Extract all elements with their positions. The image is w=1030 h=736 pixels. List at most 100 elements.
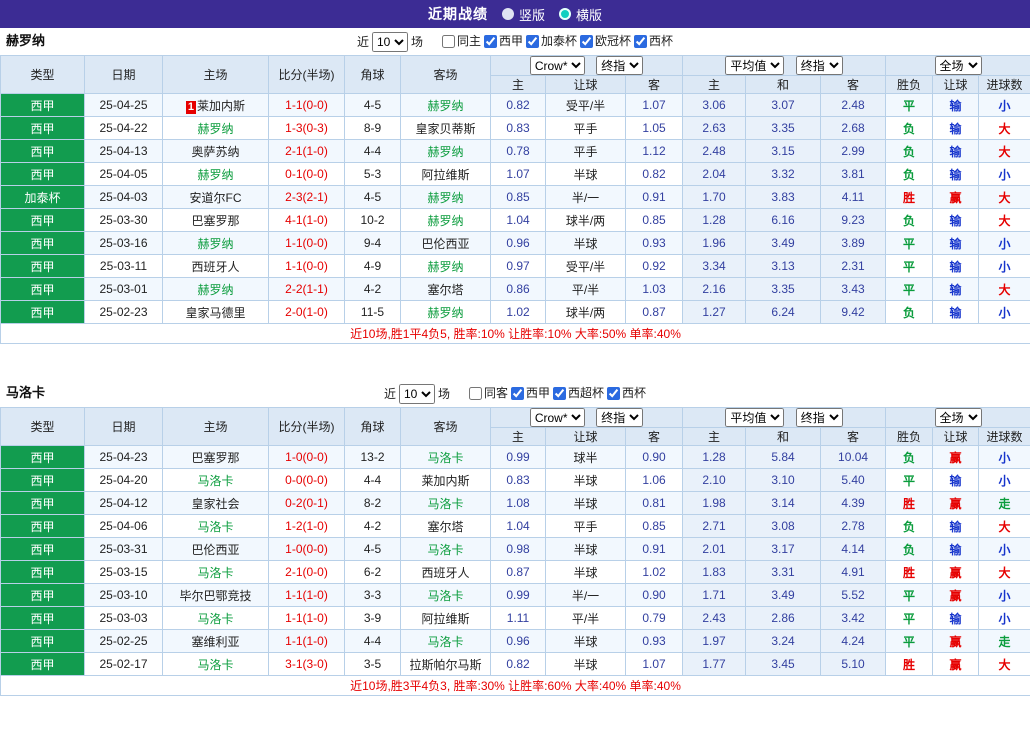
competition-filter-0-checkbox[interactable] <box>511 386 524 400</box>
match-row: 西甲 25-04-13 奥萨苏纳 2-1(1-0) 4-4 赫罗纳 0.78 平手 1.12 2.… <box>0 139 1030 163</box>
competition-filter-1-checkbox[interactable] <box>526 34 539 48</box>
avg-home-odds: 1.28 <box>682 445 747 469</box>
radio-unselected-icon[interactable] <box>501 8 514 20</box>
away-team-name: 拉斯帕尔马斯 <box>409 657 482 672</box>
competition-filter-2[interactable]: 欧冠杯 <box>580 28 631 54</box>
competition-filter-0[interactable]: 西甲 <box>483 28 523 54</box>
competition-filter-1[interactable]: 西超杯 <box>553 380 604 406</box>
avg-odds-group: 平均值 终指 <box>682 55 887 76</box>
match-date: 25-04-25 <box>84 93 163 117</box>
col-header-corners: 角球 <box>344 55 401 94</box>
page-title: 近期战绩 <box>427 6 488 22</box>
away-team-name: 塞尔塔 <box>427 519 464 534</box>
handicap-line: 球半/两 <box>545 208 626 232</box>
avg-odds-select[interactable]: 平均值 <box>725 56 785 75</box>
competition-filter-3-checkbox[interactable] <box>634 34 648 48</box>
crow-odds-select[interactable]: Crow* <box>529 56 585 75</box>
competition-filter-1-checkbox[interactable] <box>553 386 567 400</box>
crow-home-odds: 0.96 <box>490 629 546 653</box>
match-row: 西甲 25-03-10 毕尔巴鄂竞技 1-1(1-0) 3-3 马洛卡 0.99 半/一 0.9… <box>0 583 1030 607</box>
match-row: 西甲 25-02-23 皇家马德里 2-0(1-0) 11-5 赫罗纳 1.02 球半/两 0.… <box>0 300 1030 324</box>
avg-away-odds: 2.68 <box>820 116 887 140</box>
same-venue-filter[interactable]: 同客 <box>468 380 508 406</box>
handicap-result: 输 <box>932 514 980 538</box>
competition-filter-0[interactable]: 西甲 <box>511 380 550 406</box>
fulltime-select[interactable]: 全场 <box>934 56 982 75</box>
avg-away-odds: 4.91 <box>820 560 887 584</box>
crow-odds-select[interactable]: Crow* <box>529 408 585 427</box>
competition-filter-2-checkbox[interactable] <box>580 34 594 48</box>
away-team: 拉斯帕尔马斯 <box>400 652 491 676</box>
crow-away-odds: 1.05 <box>624 116 684 140</box>
crow-home-odds: 0.78 <box>490 139 546 163</box>
match-count-select[interactable]: 10 <box>398 384 435 405</box>
team-name: 马洛卡 <box>6 385 46 400</box>
home-team-name: 赫罗纳 <box>197 121 234 136</box>
competition-type: 西甲 <box>0 537 85 561</box>
crow-away-odds: 1.03 <box>624 277 684 301</box>
competition-filter-2-label: 西杯 <box>622 386 647 400</box>
corner-kicks: 4-4 <box>344 139 401 163</box>
corner-kicks: 4-5 <box>344 537 401 561</box>
summary-text: 近10场,胜1平4负5, 胜率:10% 让胜率:10% 大率:50% 单率:40… <box>0 323 1030 344</box>
same-venue-filter-checkbox[interactable] <box>441 34 455 48</box>
competition-filter-3[interactable]: 西杯 <box>634 28 673 54</box>
match-date: 25-04-20 <box>84 468 163 492</box>
odds-groups-row: 类型 日期 主场 比分(半场) 角球 客场 Crow* 终指 平均值 终指 全场 <box>0 55 1030 94</box>
crow-home-odds: 0.96 <box>490 231 546 255</box>
competition-filter-0-label: 西甲 <box>498 34 523 48</box>
competition-filter-1[interactable]: 加泰杯 <box>526 28 577 54</box>
goals-result: 大 <box>978 208 1030 232</box>
match-row: 西甲 25-04-20 马洛卡 0-0(0-0) 4-4 莱加内斯 0.83 半球 1.06 2.… <box>0 468 1030 492</box>
crow-final-select[interactable]: 终指 <box>596 56 644 75</box>
crow-home-odds: 1.04 <box>490 208 546 232</box>
crow-away-odds: 0.87 <box>624 300 684 324</box>
crow-home-odds: 0.99 <box>490 583 546 607</box>
avg-away-odds: 5.40 <box>820 468 887 492</box>
avg-draw-odds: 3.35 <box>745 116 822 140</box>
home-team-name: 皇家马德里 <box>185 305 246 320</box>
same-venue-filter-checkbox[interactable] <box>468 386 482 400</box>
same-venue-filter[interactable]: 同主 <box>441 28 481 54</box>
result: 平 <box>885 629 934 653</box>
goals-result: 走 <box>978 629 1030 653</box>
avg-draw-odds: 3.24 <box>745 629 822 653</box>
result: 负 <box>885 139 934 163</box>
result: 平 <box>885 93 934 117</box>
layout-option-horizontal[interactable]: 横版 <box>559 5 602 24</box>
layout-option-vertical[interactable]: 竖版 <box>501 5 545 24</box>
avg-home-odds: 1.70 <box>682 185 747 209</box>
corner-kicks: 6-2 <box>344 560 401 584</box>
avg-draw-odds: 3.49 <box>745 231 822 255</box>
match-date: 25-03-11 <box>84 254 163 278</box>
avg-final-select[interactable]: 终指 <box>795 408 843 427</box>
result: 平 <box>885 583 934 607</box>
handicap-result: 输 <box>932 537 980 561</box>
competition-type: 西甲 <box>0 231 85 255</box>
handicap-result: 输 <box>932 468 980 492</box>
col-header-handicap: 让球 <box>545 427 626 446</box>
avg-away-odds: 4.24 <box>820 629 887 653</box>
summary-row: 近10场,胜1平4负5, 胜率:10% 让胜率:10% 大率:50% 单率:40… <box>0 323 1030 344</box>
goals-result: 大 <box>978 139 1030 163</box>
competition-filter-2[interactable]: 西杯 <box>607 380 646 406</box>
result: 胜 <box>885 185 934 209</box>
crow-home-odds: 1.11 <box>490 606 546 630</box>
avg-away-odds: 5.10 <box>820 652 887 676</box>
match-row: 西甲 25-04-12 皇家社会 0-2(0-1) 8-2 马洛卡 1.08 半球 0.81 1.… <box>0 491 1030 515</box>
avg-final-select[interactable]: 终指 <box>795 56 843 75</box>
competition-filter-2-checkbox[interactable] <box>607 386 621 400</box>
home-team-name: 皇家社会 <box>191 496 240 511</box>
competition-filter-0-checkbox[interactable] <box>483 34 497 48</box>
away-team-name: 赫罗纳 <box>427 190 464 205</box>
corner-kicks: 9-4 <box>344 231 401 255</box>
match-score: 2-3(2-1) <box>268 185 345 209</box>
avg-home-odds: 2.63 <box>682 116 747 140</box>
fulltime-select[interactable]: 全场 <box>934 408 982 427</box>
away-team: 马洛卡 <box>400 583 491 607</box>
avg-odds-select[interactable]: 平均值 <box>725 408 785 427</box>
match-count-select[interactable]: 10 <box>371 32 408 53</box>
radio-selected-icon[interactable] <box>559 8 571 20</box>
match-row: 西甲 25-03-31 巴伦西亚 1-0(0-0) 4-5 马洛卡 0.98 半球 0.91 2.… <box>0 537 1030 561</box>
crow-final-select[interactable]: 终指 <box>596 408 644 427</box>
